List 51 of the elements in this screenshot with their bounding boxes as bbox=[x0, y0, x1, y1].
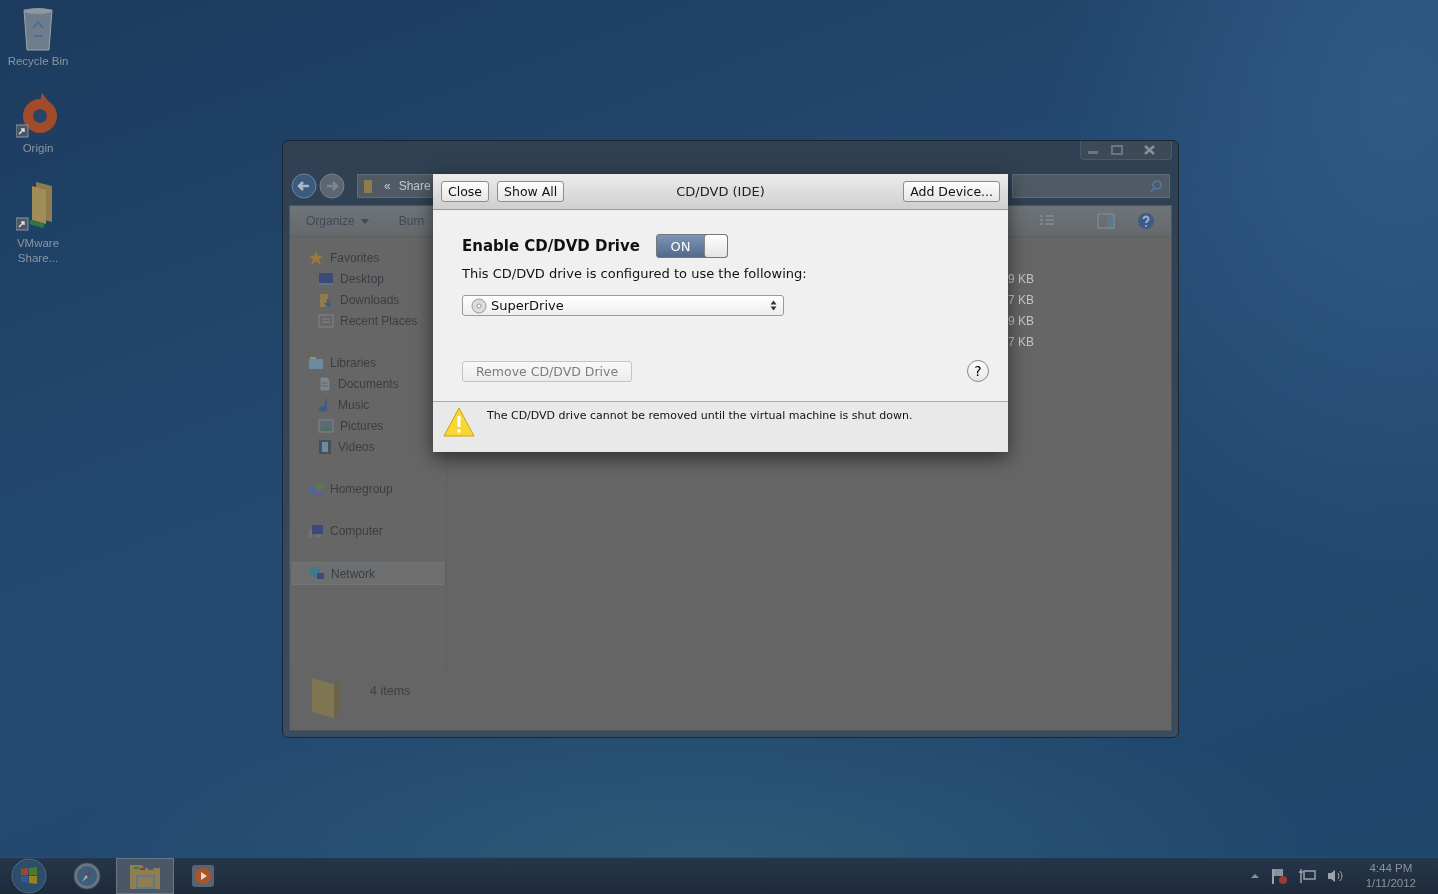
search-icon bbox=[1149, 179, 1163, 193]
picture-frame-icon bbox=[318, 418, 334, 433]
clock[interactable]: 4:44 PM 1/11/2012 bbox=[1365, 861, 1416, 891]
volume-icon[interactable] bbox=[1325, 868, 1344, 884]
window-controls[interactable] bbox=[1080, 141, 1172, 160]
desktop-icon-label[interactable]: Recycle Bin bbox=[2, 54, 74, 69]
toolbar-button[interactable]: Show All bbox=[497, 181, 565, 202]
computer-icon bbox=[308, 522, 324, 539]
warning-icon bbox=[443, 407, 475, 437]
show-hidden-icons[interactable] bbox=[1249, 872, 1260, 880]
recycle-bin-icon[interactable] bbox=[21, 6, 55, 52]
ring-icon[interactable] bbox=[16, 91, 60, 139]
library-icon bbox=[308, 354, 324, 371]
document-icon bbox=[318, 375, 332, 392]
folder-arrow-icon bbox=[318, 291, 334, 308]
network-icon[interactable] bbox=[1297, 868, 1316, 884]
toolbar-button[interactable]: Close bbox=[441, 181, 490, 202]
help-icon[interactable] bbox=[1137, 212, 1155, 230]
recent-places-icon bbox=[318, 312, 334, 329]
desktop-icon-label[interactable]: Origin bbox=[2, 141, 74, 156]
compass-icon[interactable] bbox=[73, 862, 101, 890]
search-field[interactable] bbox=[1012, 174, 1170, 198]
file-size: 7 KB bbox=[1008, 334, 1035, 351]
network-icon bbox=[309, 565, 325, 582]
drive-dropdown[interactable]: SuperDrive bbox=[462, 295, 784, 316]
forward-icon[interactable] bbox=[319, 173, 345, 199]
play-icon[interactable] bbox=[191, 864, 215, 888]
star-icon bbox=[308, 249, 324, 266]
toggle-switch[interactable]: ON bbox=[655, 234, 728, 258]
monitor-icon bbox=[318, 271, 334, 286]
dialog-title: CD/DVD (IDE) bbox=[676, 184, 765, 199]
date-text: 1/11/2012 bbox=[1365, 876, 1416, 891]
time-text: 4:44 PM bbox=[1369, 861, 1413, 876]
file-size: 9 KB bbox=[1008, 271, 1035, 288]
film-icon bbox=[318, 438, 332, 455]
flag-icon[interactable] bbox=[1269, 867, 1288, 885]
disc-icon bbox=[471, 297, 487, 314]
back-icon[interactable] bbox=[291, 173, 317, 199]
start-icon[interactable] bbox=[11, 858, 47, 894]
people-icon bbox=[308, 480, 324, 497]
add-device-button[interactable]: Add Device... bbox=[903, 181, 1000, 202]
file-size: 9 KB bbox=[1008, 313, 1035, 330]
description-text: This CD/DVD drive is configured to use the following: bbox=[462, 266, 808, 281]
file-size: 7 KB bbox=[1008, 292, 1035, 309]
desktop-icon-label[interactable]: VMware Share... bbox=[2, 236, 74, 266]
taskbar-button[interactable] bbox=[116, 858, 174, 894]
warning-message: The CD/DVD drive cannot be removed until the virtual machine is shut down. bbox=[487, 409, 913, 422]
updown-arrows-icon bbox=[770, 300, 777, 311]
help-button[interactable]: ? bbox=[967, 360, 989, 382]
setting-label: Enable CD/DVD Drive bbox=[462, 237, 640, 255]
caret-icon bbox=[360, 218, 369, 224]
